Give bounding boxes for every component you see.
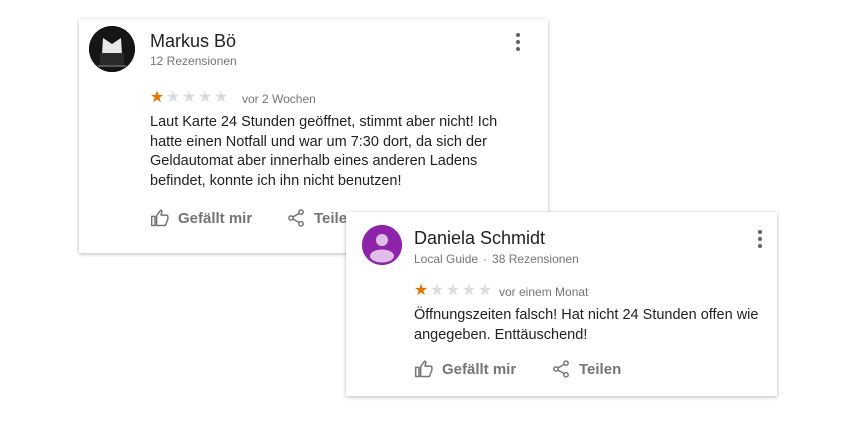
- thumbs-up-icon: [150, 209, 169, 227]
- like-label: Gefällt mir: [442, 360, 517, 378]
- separator-dot: ·: [483, 252, 488, 266]
- share-label: Teilen: [579, 360, 622, 378]
- share-button[interactable]: Teilen: [551, 359, 621, 379]
- review-count: 38 Rezensionen: [492, 252, 579, 266]
- like-button[interactable]: Gefällt mir: [150, 208, 252, 228]
- star-empty-icon: ★: [197, 89, 213, 106]
- star-filled-icon: ★: [149, 89, 165, 106]
- star-rating: ★ ★ ★ ★ ★: [413, 283, 493, 299]
- star-empty-icon: ★: [429, 282, 445, 299]
- author-meta[interactable]: Local Guide · 38 Rezensionen: [414, 252, 579, 266]
- thumbs-up-icon: [414, 360, 433, 378]
- review-card-daniela: Daniela Schmidt Local Guide · 38 Rezension…: [346, 212, 777, 396]
- default-person-icon: [362, 225, 402, 265]
- star-empty-icon: ★: [213, 89, 229, 106]
- share-icon: [553, 360, 569, 378]
- star-empty-icon: ★: [181, 89, 197, 106]
- star-empty-icon: ★: [165, 89, 181, 106]
- review-text: Laut Karte 24 Stunden geöffnet, stimmt a…: [150, 114, 498, 189]
- avatar[interactable]: [89, 26, 135, 72]
- author-name[interactable]: Daniela Schmidt: [414, 228, 545, 249]
- local-guide-label: Local Guide: [414, 252, 479, 266]
- star-empty-icon: ★: [445, 282, 461, 299]
- review-time: vor 2 Wochen: [242, 92, 316, 106]
- star-empty-icon: ★: [477, 282, 493, 299]
- more-vert-icon[interactable]: [509, 29, 527, 55]
- review-text: Öffnungszeiten falsch! Hat nicht 24 Stun…: [414, 307, 759, 343]
- avatar-photo-icon: [89, 26, 135, 72]
- author-name[interactable]: Markus Bö: [150, 31, 236, 52]
- review-count[interactable]: 12 Rezensionen: [150, 54, 237, 68]
- star-filled-icon: ★: [413, 282, 429, 299]
- avatar[interactable]: [362, 225, 402, 265]
- more-vert-icon[interactable]: [751, 226, 769, 252]
- share-icon: [288, 209, 304, 227]
- star-rating: ★ ★ ★ ★ ★: [149, 90, 229, 106]
- like-button[interactable]: Gefällt mir: [414, 359, 516, 379]
- review-time: vor einem Monat: [499, 285, 589, 299]
- star-empty-icon: ★: [461, 282, 477, 299]
- like-label: Gefällt mir: [178, 209, 253, 227]
